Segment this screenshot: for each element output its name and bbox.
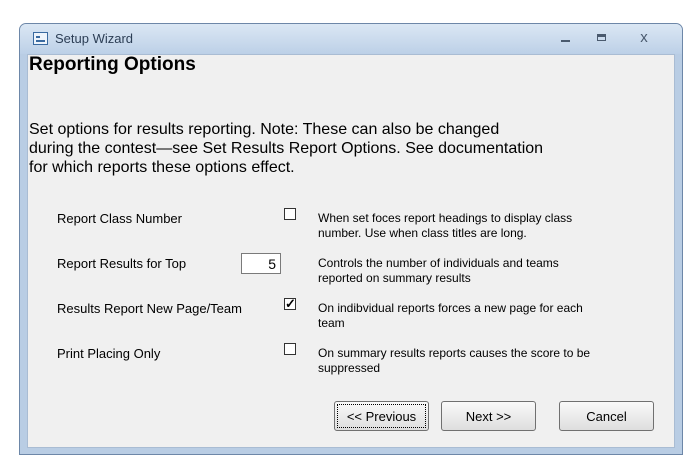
print-placing-only-checkbox[interactable] [284,343,296,355]
new-page-team-description: On indibvidual reports forces a new page… [318,301,583,330]
report-results-top-label: Report Results for Top [57,256,187,271]
report-class-number-label: Report Class Number [57,211,182,226]
title-bar[interactable]: Setup Wizard x [20,24,682,54]
page-title: Reporting Options [29,54,196,75]
next-button[interactable]: Next >> [441,401,536,431]
minimize-icon[interactable] [551,28,581,48]
report-class-number-checkbox[interactable] [284,208,296,220]
intro-text: Set options for results reporting. Note:… [29,121,544,176]
new-page-team-checkbox[interactable]: ✓ [284,297,296,310]
form-icon [33,32,48,45]
dialog-body [27,54,675,448]
report-class-number-description: When set foces report headings to displa… [318,211,573,240]
print-placing-only-description: On summary results reports causes the sc… [318,346,591,375]
close-icon[interactable]: x [629,28,659,48]
print-placing-only-label: Print Placing Only [57,346,161,361]
window-title: Setup Wizard [55,31,134,46]
previous-button[interactable]: << Previous [334,401,429,431]
report-results-top-input[interactable] [241,253,281,274]
maximize-icon[interactable] [587,28,617,48]
report-results-top-description: Controls the number of individuals and t… [318,256,559,285]
screen: Setup Wizard x Reporting Options Set opt… [0,0,697,472]
new-page-team-label: Results Report New Page/Team [57,301,242,316]
cancel-button[interactable]: Cancel [559,401,654,431]
